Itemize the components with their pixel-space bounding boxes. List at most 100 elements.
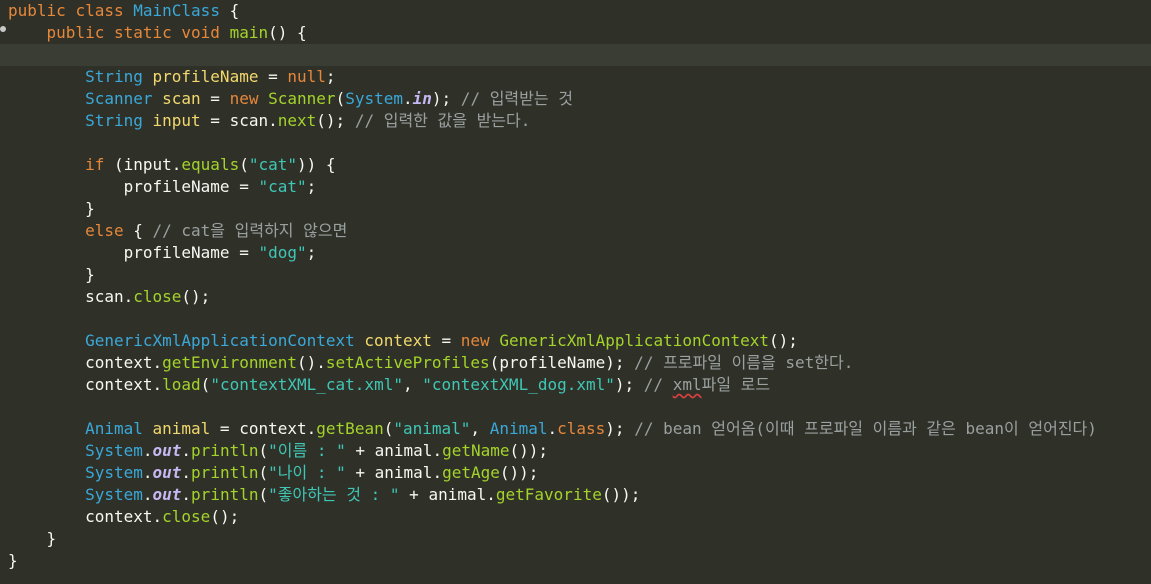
type-token: Scanner	[85, 89, 153, 108]
code-line[interactable]: }	[8, 550, 1151, 572]
method-token: println	[191, 463, 259, 482]
punctuation-token	[8, 243, 124, 262]
type-token: GenericXmlApplicationContext	[85, 331, 355, 350]
punctuation-token: () {	[268, 23, 307, 42]
code-line[interactable]: context.getEnvironment().setActiveProfil…	[8, 352, 1151, 374]
punctuation-token	[66, 1, 76, 20]
method-token: println	[191, 485, 259, 504]
punctuation-token: =	[200, 111, 230, 130]
code-line[interactable]: System.out.println("좋아하는 것 : " + animal.…	[8, 484, 1151, 506]
punctuation-token: =	[258, 67, 288, 86]
keyword-token: if	[85, 155, 105, 174]
punctuation-token: {	[219, 1, 240, 20]
keyword-token: public	[46, 23, 105, 42]
code-line[interactable]: profileName = "dog";	[8, 242, 1151, 264]
code-line[interactable]	[8, 308, 1151, 330]
keyword-token: public	[8, 1, 66, 20]
code-line[interactable]	[8, 44, 1151, 66]
string-literal-token: "animal"	[393, 419, 471, 438]
punctuation-token	[220, 23, 230, 42]
comment-token: // 입력받는 것	[451, 89, 573, 108]
comment-token: // cat을 입력하지 않으면	[142, 221, 348, 240]
code-line[interactable]: if (input.equals("cat")) {	[8, 154, 1151, 176]
type-token: String	[85, 111, 143, 130]
punctuation-token	[8, 221, 85, 240]
punctuation-token: =	[210, 419, 240, 438]
punctuation-token: }	[8, 265, 95, 284]
method-token: main	[229, 23, 269, 42]
punctuation-token: .	[152, 375, 163, 394]
keyword-token: new	[460, 331, 490, 350]
punctuation-token: .	[142, 441, 153, 460]
punctuation-token: =	[431, 331, 461, 350]
type-token: Animal	[489, 419, 548, 438]
punctuation-token: .	[547, 419, 558, 438]
method-token: getName	[442, 441, 510, 460]
code-line[interactable]: }	[8, 198, 1151, 220]
type-token: String	[85, 67, 143, 86]
punctuation-token	[104, 23, 114, 42]
type-token: System	[85, 463, 143, 482]
code-line[interactable]	[8, 132, 1151, 154]
code-line[interactable]: public static void main() {	[8, 22, 1151, 44]
punctuation-token: ;	[306, 243, 317, 262]
punctuation-token: ();	[316, 111, 346, 130]
punctuation-token	[8, 507, 85, 526]
punctuation-token: .	[152, 353, 163, 372]
static-field-token: in	[412, 89, 432, 108]
variable-token: scan	[85, 287, 124, 306]
code-line[interactable]: }	[8, 264, 1151, 286]
punctuation-token: }	[8, 551, 18, 570]
punctuation-token: (	[335, 89, 346, 108]
punctuation-token: )) {	[297, 155, 336, 174]
variable-token: context	[85, 353, 153, 372]
comment-token: 파일 로드	[701, 375, 771, 394]
code-line[interactable]: String profileName = null;	[8, 66, 1151, 88]
punctuation-token	[8, 287, 85, 306]
punctuation-token: .	[152, 507, 163, 526]
method-token: close	[162, 507, 211, 526]
code-line[interactable]: Animal animal = context.getBean("animal"…	[8, 418, 1151, 440]
punctuation-token	[8, 155, 85, 174]
breakpoint-marker-icon[interactable]	[0, 26, 6, 32]
variable-token: profileName	[123, 177, 230, 196]
keyword-token: static	[113, 23, 172, 42]
code-line[interactable]: }	[8, 528, 1151, 550]
punctuation-token: .	[432, 441, 443, 460]
code-line[interactable]	[8, 396, 1151, 418]
type-token: Animal	[85, 419, 143, 438]
punctuation-token: .	[181, 463, 192, 482]
punctuation-token: }	[8, 529, 57, 548]
string-literal-token: "이름 : "	[268, 441, 346, 460]
punctuation-token: ;	[325, 67, 336, 86]
punctuation-token	[8, 177, 124, 196]
punctuation-token: (	[258, 441, 269, 460]
code-line[interactable]: System.out.println("이름 : " + animal.getN…	[8, 440, 1151, 462]
punctuation-token	[143, 111, 153, 130]
punctuation-token: .	[181, 485, 192, 504]
punctuation-token: .	[268, 111, 278, 130]
punctuation-token: );	[605, 353, 625, 372]
punctuation-token: +	[345, 441, 375, 460]
code-line[interactable]: profileName = "cat";	[8, 176, 1151, 198]
code-line[interactable]: scan.close();	[8, 286, 1151, 308]
punctuation-token: ();	[769, 331, 798, 350]
code-line[interactable]: else { // cat을 입력하지 않으면	[8, 220, 1151, 242]
code-line[interactable]: System.out.println("나이 : " + animal.getA…	[8, 462, 1151, 484]
code-line[interactable]: String input = scan.next(); // 입력한 값을 받는…	[8, 110, 1151, 132]
code-line[interactable]: context.load("contextXML_cat.xml", "cont…	[8, 374, 1151, 396]
comment-token: // 입력한 값을 받는다.	[345, 111, 531, 130]
declared-variable-token: animal	[152, 419, 211, 438]
method-token: equals	[181, 155, 240, 174]
code-line[interactable]: context.close();	[8, 506, 1151, 528]
static-field-token: out	[152, 441, 182, 460]
variable-token: profileName	[123, 243, 230, 262]
static-field-token: out	[152, 485, 182, 504]
punctuation-token: ());	[601, 485, 641, 504]
variable-token: input	[123, 155, 172, 174]
code-line[interactable]: GenericXmlApplicationContext context = n…	[8, 330, 1151, 352]
punctuation-token: ());	[509, 441, 549, 460]
code-line[interactable]: public class MainClass {	[8, 0, 1151, 22]
code-editor[interactable]: public class MainClass { public static v…	[0, 0, 1151, 584]
code-line[interactable]: Scanner scan = new Scanner(System.in); /…	[8, 88, 1151, 110]
